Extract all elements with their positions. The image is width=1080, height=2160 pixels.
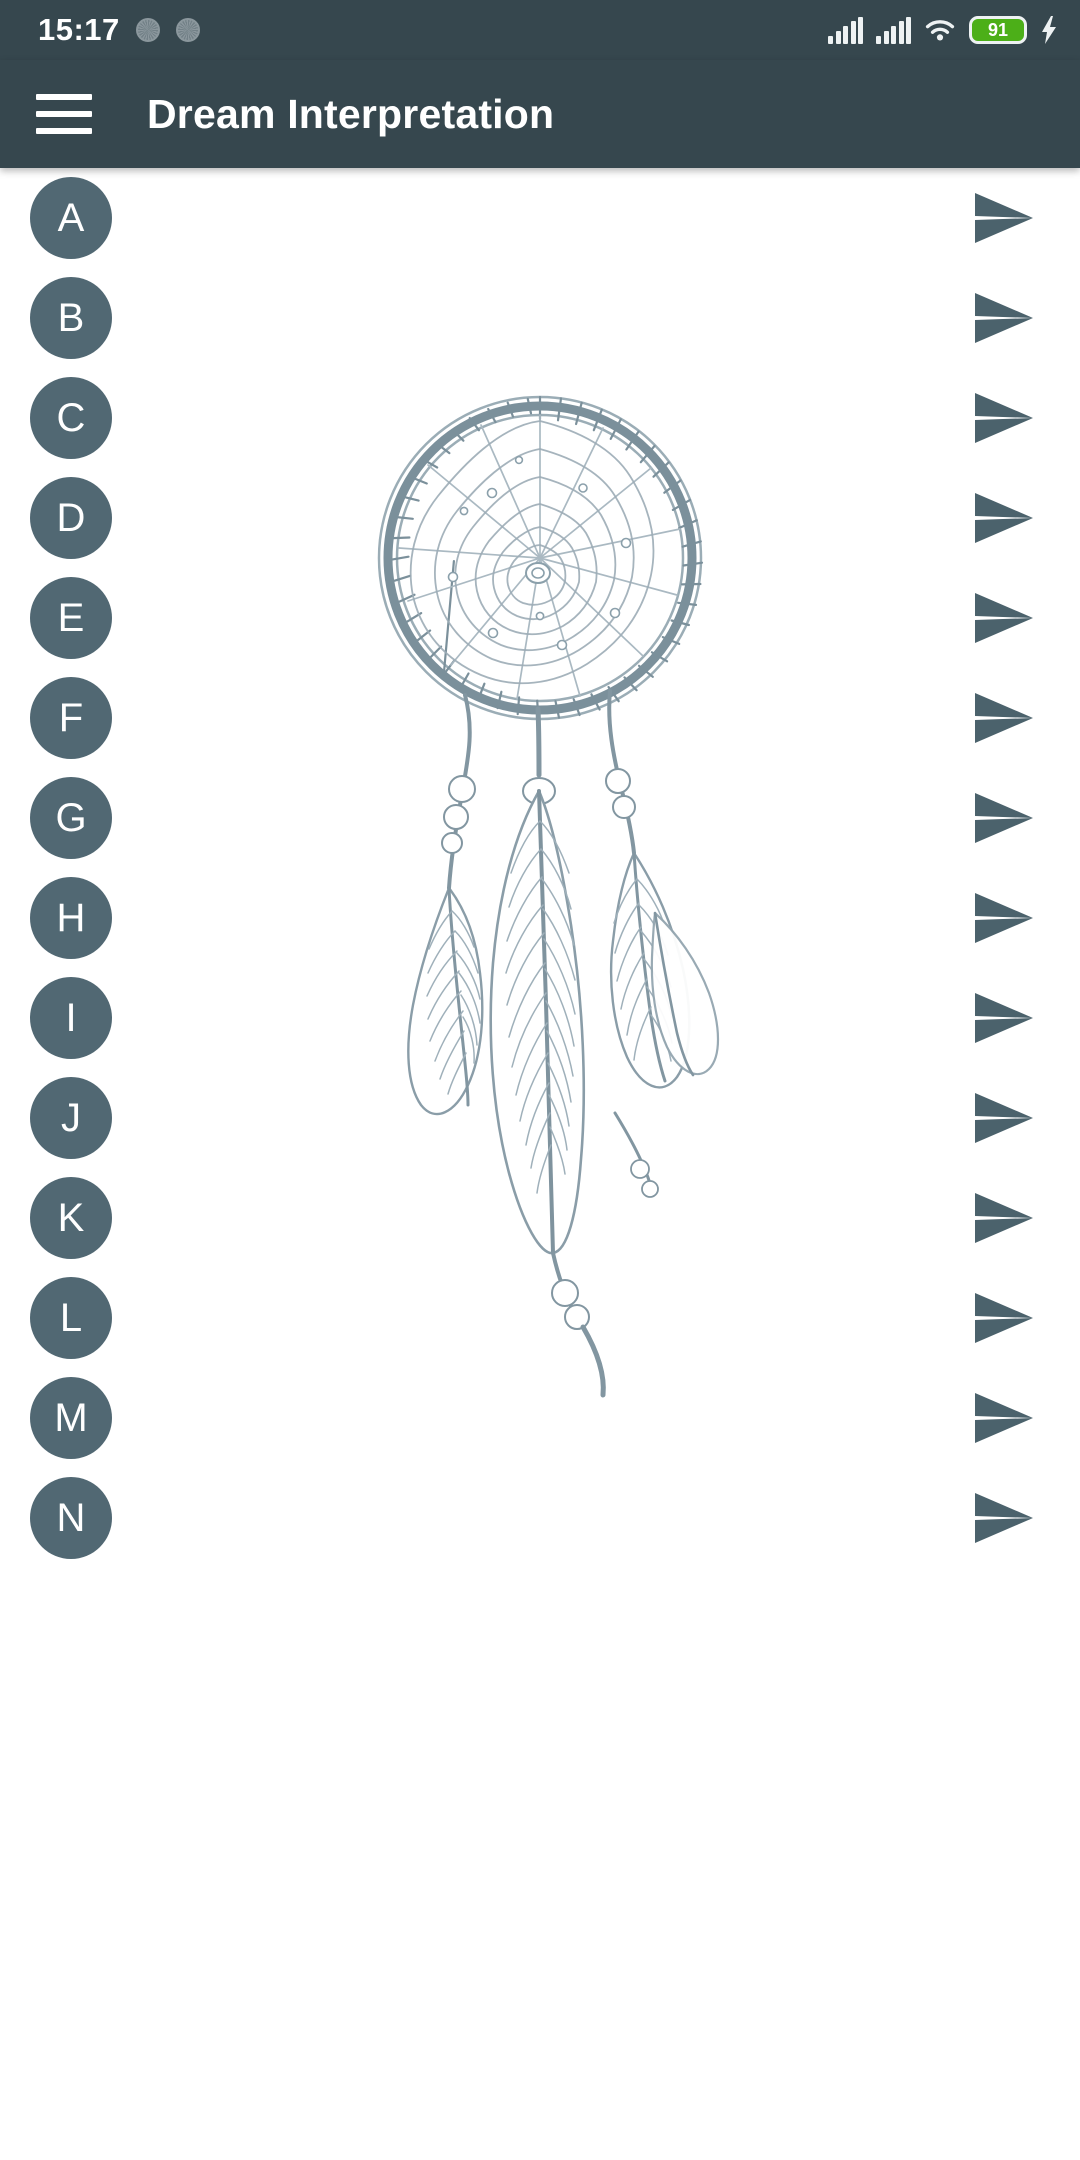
status-bar-left: 15:17 [38, 12, 200, 48]
letter-badge-label: H [56, 896, 86, 940]
letter-row-d[interactable]: D [0, 468, 1080, 568]
letter-row-j[interactable]: J [0, 1068, 1080, 1168]
letter-badge-l[interactable]: L [30, 1277, 112, 1359]
letter-row-n[interactable]: N [0, 1468, 1080, 1568]
letter-badge-label: D [56, 496, 86, 540]
letter-badge-b[interactable]: B [30, 277, 112, 359]
send-arrow-icon[interactable] [973, 1391, 1035, 1445]
send-arrow-icon[interactable] [973, 1491, 1035, 1545]
letter-badge-m[interactable]: M [30, 1377, 112, 1459]
send-arrow-icon[interactable] [973, 1291, 1035, 1345]
letter-badge-k[interactable]: K [30, 1177, 112, 1259]
sync-dot-icon [135, 18, 160, 42]
send-arrow-icon[interactable] [973, 691, 1035, 745]
status-bar: 15:17 91 [0, 0, 1080, 60]
letter-row-l[interactable]: L [0, 1268, 1080, 1368]
letter-badge-label: E [57, 596, 85, 640]
letter-badge-label: I [65, 996, 77, 1040]
battery-icon: 91 [969, 16, 1027, 44]
letter-badge-label: F [58, 696, 84, 740]
letter-badge-label: C [56, 396, 86, 440]
hamburger-menu-icon[interactable] [36, 94, 92, 134]
app-toolbar: Dream Interpretation [0, 60, 1080, 168]
send-arrow-icon[interactable] [973, 791, 1035, 845]
letter-badge-label: L [59, 1296, 83, 1340]
status-bar-right: 91 [828, 16, 1058, 44]
letter-badge-c[interactable]: C [30, 377, 112, 459]
send-arrow-icon[interactable] [973, 1091, 1035, 1145]
letter-badge-label: J [61, 1096, 81, 1140]
letter-badge-f[interactable]: F [30, 677, 112, 759]
letter-row-h[interactable]: H [0, 868, 1080, 968]
charging-bolt-icon [1040, 16, 1058, 44]
letter-badge-j[interactable]: J [30, 1077, 112, 1159]
letter-row-e[interactable]: E [0, 568, 1080, 668]
letter-badge-i[interactable]: I [30, 977, 112, 1059]
send-arrow-icon[interactable] [973, 991, 1035, 1045]
send-arrow-icon[interactable] [973, 891, 1035, 945]
letter-badge-label: N [56, 1496, 86, 1540]
send-arrow-icon[interactable] [973, 191, 1035, 245]
letter-badge-g[interactable]: G [30, 777, 112, 859]
letter-row-g[interactable]: G [0, 768, 1080, 868]
letter-row-b[interactable]: B [0, 268, 1080, 368]
letter-row-a[interactable]: A [0, 168, 1080, 268]
signal-bars-icon [876, 16, 911, 44]
app-screen: 15:17 91 Dream Interpretation A B C D E … [0, 0, 1080, 2160]
letter-badge-label: M [54, 1396, 88, 1440]
letter-badge-n[interactable]: N [30, 1477, 112, 1559]
wifi-icon [924, 17, 956, 43]
page-title: Dream Interpretation [147, 90, 555, 137]
send-arrow-icon[interactable] [973, 291, 1035, 345]
letter-row-i[interactable]: I [0, 968, 1080, 1068]
signal-bars-icon [828, 16, 863, 44]
send-arrow-icon[interactable] [973, 491, 1035, 545]
sync-dot-icon [175, 18, 200, 42]
send-arrow-icon[interactable] [973, 591, 1035, 645]
letter-index-list: A B C D E F G H I J K L M N [0, 168, 1080, 2160]
letter-badge-label: K [57, 1196, 85, 1240]
letter-badge-d[interactable]: D [30, 477, 112, 559]
letter-badge-e[interactable]: E [30, 577, 112, 659]
letter-row-k[interactable]: K [0, 1168, 1080, 1268]
letter-badge-label: B [57, 296, 85, 340]
letter-row-c[interactable]: C [0, 368, 1080, 468]
letter-row-f[interactable]: F [0, 668, 1080, 768]
letter-badge-label: G [55, 796, 87, 840]
letter-row-m[interactable]: M [0, 1368, 1080, 1468]
content-area: A B C D E F G H I J K L M N [0, 168, 1080, 2160]
status-bar-clock: 15:17 [38, 12, 120, 47]
letter-badge-a[interactable]: A [30, 177, 112, 259]
send-arrow-icon[interactable] [973, 1191, 1035, 1245]
letter-badge-h[interactable]: H [30, 877, 112, 959]
send-arrow-icon[interactable] [973, 391, 1035, 445]
battery-level-label: 91 [987, 20, 1009, 40]
letter-badge-label: A [57, 196, 85, 240]
